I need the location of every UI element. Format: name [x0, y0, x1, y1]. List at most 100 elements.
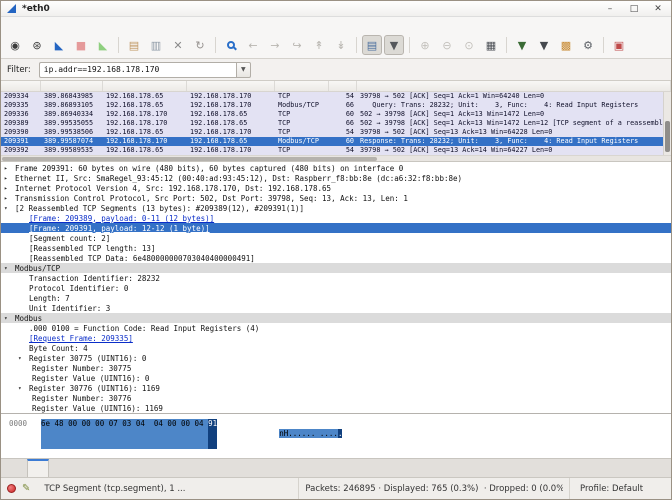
detail-row[interactable]: [Reassembled TCP Data: 6e480000000703040… [1, 253, 671, 263]
detail-row[interactable]: [Frame: 209389, payload: 0-11 (12 bytes)… [1, 213, 671, 223]
packet-row[interactable]: 209334 389.86843985 192.168.178.65 192.1… [1, 92, 663, 101]
tree-expander-icon[interactable]: ▾ [17, 385, 29, 392]
toolbar-button[interactable] [215, 37, 216, 53]
go-forward-icon[interactable]: → [265, 35, 285, 55]
scrollbar-thumb[interactable] [665, 121, 670, 153]
display-filters-icon[interactable]: ▼ [534, 35, 554, 55]
menu-item[interactable] [104, 24, 114, 26]
tree-expander-icon[interactable]: ▸ [3, 195, 15, 202]
tree-expander-icon[interactable]: ▾ [3, 315, 15, 322]
detail-row[interactable]: ▸ Transmission Control Protocol, Src Por… [1, 193, 671, 203]
menu-item[interactable] [34, 24, 44, 26]
detail-row[interactable]: [Frame: 209391, payload: 12-12 (1 byte)] [1, 223, 671, 233]
go-to-packet-icon[interactable]: ↪ [287, 35, 307, 55]
packet-row[interactable]: 209335 389.86893105 192.168.178.65 192.1… [1, 101, 663, 110]
detail-field-text[interactable]: Protocol Identifier: 0 [29, 284, 128, 293]
detail-field-text[interactable]: .000 0100 = Function Code: Read Input Re… [29, 324, 259, 333]
reload-icon[interactable]: ↻ [190, 35, 210, 55]
tree-expander-icon[interactable]: ▾ [17, 355, 29, 362]
capture-options-icon[interactable]: ⊛ [27, 35, 47, 55]
detail-field-text[interactable]: Frame 209391: 60 bytes on wire (480 bits… [15, 164, 403, 173]
toolbar-button[interactable] [118, 37, 119, 53]
menu-item[interactable] [94, 24, 104, 26]
tree-expander-icon[interactable]: ▾ [3, 265, 15, 272]
packet-row[interactable]: 209392 389.99589535 192.168.178.65 192.1… [1, 146, 663, 155]
detail-field-text[interactable]: Modbus/TCP [15, 264, 60, 273]
detail-field-text[interactable]: [Frame: 209389, payload: 0-11 (12 bytes)… [29, 214, 214, 223]
menu-item[interactable] [4, 24, 14, 26]
go-back-icon[interactable]: ← [243, 35, 263, 55]
detail-row[interactable]: Transaction Identifier: 28232 [1, 273, 671, 283]
ascii-bytes[interactable]: nH...... .... [279, 429, 338, 438]
capture-filters-icon[interactable]: ▼ [512, 35, 532, 55]
go-to-bottom-icon[interactable]: ↡ [331, 35, 351, 55]
column-header[interactable] [329, 81, 357, 91]
detail-row[interactable]: Byte Count: 4 [1, 343, 671, 353]
packet-row[interactable]: 209390 389.99538506 192.168.178.65 192.1… [1, 128, 663, 137]
zoom-in-icon[interactable]: ⊕ [415, 35, 435, 55]
toolbar-button[interactable] [356, 37, 357, 53]
open-file-icon[interactable]: ▤ [124, 35, 144, 55]
tree-expander-icon[interactable]: ▸ [3, 165, 15, 172]
auto-scroll-icon[interactable]: ▼ [384, 35, 404, 55]
packet-row[interactable]: 209336 389.86940334 192.168.178.170 192.… [1, 110, 663, 119]
list-interfaces-icon[interactable]: ◉ [5, 35, 25, 55]
packet-list-hscrollbar[interactable] [1, 155, 671, 162]
save-file-icon[interactable]: ▥ [146, 35, 166, 55]
detail-row[interactable]: Unit Identifier: 3 [1, 303, 671, 313]
detail-row[interactable]: ▸ Frame 209391: 60 bytes on wire (480 bi… [1, 163, 671, 173]
hex-selected-byte[interactable]: 91 [208, 419, 217, 449]
find-packet-icon[interactable] [221, 35, 241, 55]
detail-row[interactable]: ▾ Register 30776 (UINT16): 1169 [1, 383, 671, 393]
detail-field-text[interactable]: Register Number: 30776 [32, 394, 131, 403]
detail-field-text[interactable]: Unit Identifier: 3 [29, 304, 110, 313]
zoom-100-icon[interactable]: ⊙ [459, 35, 479, 55]
detail-row[interactable]: ▾ Register 30775 (UINT16): 0 [1, 353, 671, 363]
expression-button[interactable] [259, 68, 267, 72]
detail-row[interactable]: Register Value (UINT16): 1169 [1, 403, 671, 413]
status-profile[interactable]: Profile: Default [569, 478, 665, 499]
detail-row[interactable]: Register Value (UINT16): 0 [1, 373, 671, 383]
detail-row[interactable]: ▸ Internet Protocol Version 4, Src: 192.… [1, 183, 671, 193]
detail-field-text[interactable]: [Request Frame: 209335] [29, 334, 133, 343]
detail-field-text[interactable]: [Segment count: 2] [29, 234, 110, 243]
detail-field-text[interactable]: Byte Count: 4 [29, 344, 88, 353]
start-capture-icon[interactable]: ◣ [49, 35, 69, 55]
menu-item[interactable] [24, 24, 34, 26]
detail-field-text[interactable]: Ethernet II, Src: SmaRegel_93:45:12 (00:… [15, 174, 462, 183]
detail-field-text[interactable]: Transaction Identifier: 28232 [29, 274, 160, 283]
detail-row[interactable]: [Reassembled TCP length: 13] [1, 243, 671, 253]
capture-comment-icon[interactable]: ✎ [22, 483, 30, 494]
save-button[interactable] [331, 68, 339, 72]
menu-item[interactable] [74, 24, 84, 26]
help-icon[interactable]: ▣ [609, 35, 629, 55]
detail-field-text[interactable]: Register Value (UINT16): 0 [32, 374, 149, 383]
detail-field-text[interactable]: Register 30776 (UINT16): 1169 [29, 384, 160, 393]
detail-row[interactable]: .000 0100 = Function Code: Read Input Re… [1, 323, 671, 333]
detail-row[interactable]: ▸ Ethernet II, Src: SmaRegel_93:45:12 (0… [1, 173, 671, 183]
detail-row[interactable]: Register Number: 30775 [1, 363, 671, 373]
detail-row[interactable]: ▾ Modbus [1, 313, 671, 323]
toolbar-button[interactable] [409, 37, 410, 53]
toolbar-button[interactable] [603, 37, 604, 53]
menu-item[interactable] [54, 24, 64, 26]
detail-row[interactable]: Protocol Identifier: 0 [1, 283, 671, 293]
ascii-selected-byte[interactable]: . [338, 429, 343, 438]
detail-row[interactable]: [Request Frame: 209335] [1, 333, 671, 343]
detail-field-text[interactable]: [Reassembled TCP length: 13] [29, 244, 155, 253]
colorize-list-icon[interactable]: ▤ [362, 35, 382, 55]
minimize-button[interactable]: – [603, 4, 617, 14]
close-button[interactable]: ✕ [651, 4, 665, 14]
tree-expander-icon[interactable]: ▸ [3, 175, 15, 182]
detail-row[interactable]: Length: 7 [1, 293, 671, 303]
toolbar-button[interactable] [506, 37, 507, 53]
maximize-button[interactable]: □ [627, 4, 641, 14]
expert-info-icon[interactable] [7, 484, 16, 493]
packet-row[interactable]: 209391 389.99587074 192.168.178.170 192.… [1, 137, 663, 146]
packet-list-scrollbar[interactable] [663, 92, 671, 155]
detail-row[interactable]: [Segment count: 2] [1, 233, 671, 243]
menu-item[interactable] [84, 24, 94, 26]
column-header[interactable] [103, 81, 187, 91]
zoom-out-icon[interactable]: ⊖ [437, 35, 457, 55]
tree-expander-icon[interactable]: ▸ [3, 185, 15, 192]
